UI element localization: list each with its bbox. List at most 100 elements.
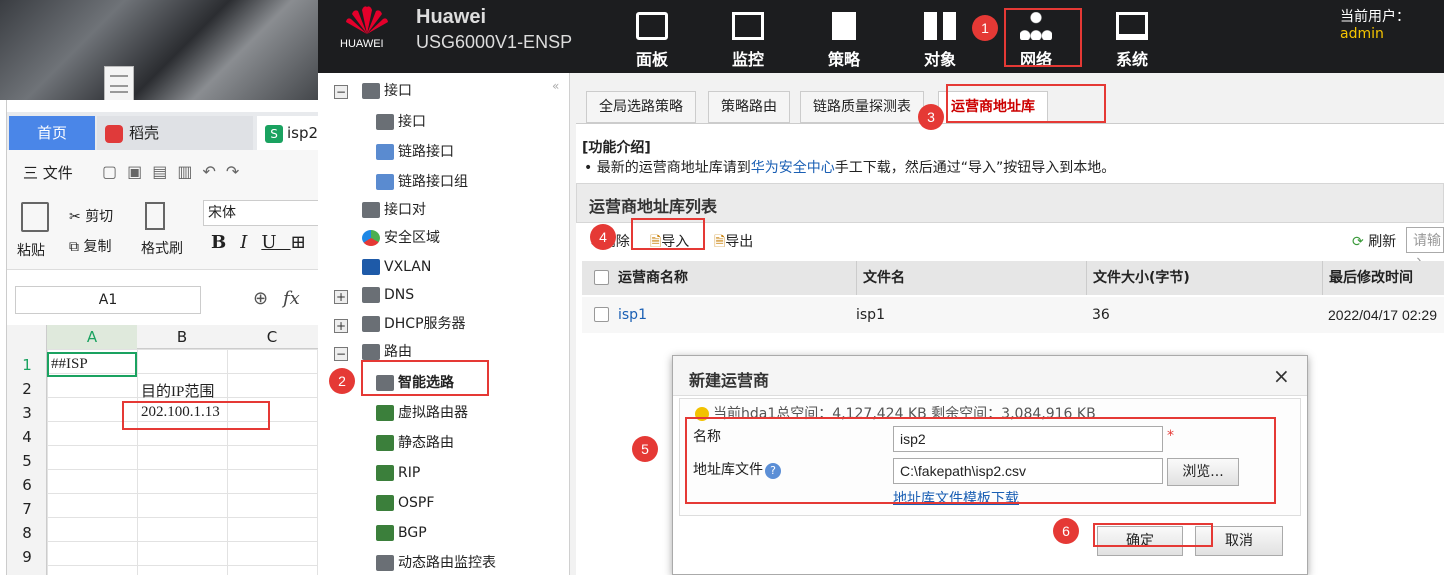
- row-header[interactable]: 7: [7, 497, 47, 521]
- format-painter-label[interactable]: 格式刷: [141, 238, 183, 258]
- huawei-security-center-link[interactable]: 华为安全中心: [751, 160, 835, 176]
- sidebar-item-smart-routing[interactable]: 智能选路: [376, 372, 454, 394]
- sidebar-item-link-interface-group[interactable]: 链路接口组: [376, 171, 468, 193]
- cell-b3[interactable]: 202.100.1.13: [141, 404, 220, 421]
- font-style-buttons[interactable]: BIU⊞: [211, 232, 320, 253]
- collapse-sidebar-icon[interactable]: «: [552, 79, 559, 93]
- sidebar-item-ospf[interactable]: OSPF: [376, 492, 434, 514]
- close-icon[interactable]: ×: [1273, 364, 1290, 388]
- sidebar-item-label: 路由: [384, 344, 412, 360]
- help-icon[interactable]: ?: [765, 463, 781, 479]
- brand-text: HUAWEI: [340, 38, 384, 50]
- current-user: 当前用户：admin: [1340, 6, 1444, 42]
- column-header-c[interactable]: C: [227, 325, 317, 349]
- route-monitor-icon: [376, 555, 394, 571]
- zoom-icon[interactable]: ⊕: [253, 288, 268, 309]
- sidebar-item-rip[interactable]: RIP: [376, 462, 420, 484]
- row-header[interactable]: 2: [7, 377, 47, 401]
- column-modified-time[interactable]: 最后修改时间: [1322, 261, 1413, 295]
- sidebar-item-routing[interactable]: 路由: [362, 341, 412, 363]
- nav-dashboard[interactable]: 面板: [617, 8, 687, 69]
- sidebar-item-dynamic-route-monitor[interactable]: 动态路由监控表: [376, 552, 496, 574]
- expand-toggle-icon[interactable]: +: [334, 290, 348, 304]
- row-header[interactable]: 1: [7, 353, 47, 377]
- font-name-select[interactable]: 宋体: [203, 200, 319, 226]
- tab-home[interactable]: 首页: [9, 116, 95, 150]
- file-menu[interactable]: 三 文件: [23, 162, 73, 183]
- intro-text: • 最新的运营商地址库请到华为安全中心手工下载，然后通过“导入”按钮导入到本地。: [584, 160, 1116, 176]
- name-box[interactable]: A1: [15, 286, 201, 314]
- column-file-name[interactable]: 文件名: [856, 261, 905, 295]
- import-button[interactable]: 🗎导入: [650, 231, 689, 255]
- sidebar-item-link-interface[interactable]: 链路接口: [376, 141, 454, 163]
- smart-routing-icon: [376, 375, 394, 391]
- select-all-checkbox[interactable]: [594, 270, 609, 285]
- copy-button[interactable]: ⧉ 复制: [69, 236, 111, 256]
- collapse-toggle-icon[interactable]: −: [334, 347, 348, 361]
- current-user-name[interactable]: admin: [1340, 26, 1384, 42]
- tab-isp2[interactable]: Sisp2: [257, 116, 319, 150]
- ok-button[interactable]: 确定: [1097, 526, 1183, 556]
- tab-isp-address-lib[interactable]: 运营商地址库: [938, 91, 1048, 123]
- column-file-size[interactable]: 文件大小(字节): [1086, 261, 1190, 295]
- browse-button[interactable]: 浏览...: [1167, 458, 1239, 486]
- refresh-button[interactable]: ⟳ 刷新: [1352, 231, 1396, 251]
- search-input[interactable]: 请输入: [1406, 227, 1444, 272]
- nav-policy[interactable]: 策略: [809, 8, 879, 69]
- isp-name-link[interactable]: isp1: [618, 297, 647, 333]
- cut-button[interactable]: ✂ 剪切: [69, 206, 113, 226]
- sidebar-item-security-zone[interactable]: 安全区域: [362, 227, 440, 249]
- nav-system[interactable]: 系统: [1097, 8, 1167, 69]
- new-isp-dialog: 新建运营商 × 当前hda1总空间：4,127,424 KB 剩余空间：3,08…: [672, 355, 1308, 575]
- sidebar-item-bgp[interactable]: BGP: [376, 522, 427, 544]
- address-file-input[interactable]: C:\fakepath\isp2.csv: [893, 458, 1163, 484]
- paste-label[interactable]: 粘贴: [17, 240, 45, 260]
- tab-policy-route[interactable]: 策略路由: [708, 91, 790, 123]
- column-isp-name[interactable]: 运营商名称: [618, 261, 688, 295]
- cell-a1[interactable]: ##ISP: [51, 356, 88, 373]
- storage-info-text: 当前hda1总空间：4,127,424 KB 剩余空间：3,084,916 KB: [713, 406, 1096, 422]
- export-button[interactable]: 🗎导出: [714, 231, 753, 255]
- row-header[interactable]: 5: [7, 449, 47, 473]
- sidebar-item-dns[interactable]: DNS: [362, 284, 414, 306]
- product-model: USG6000V1-ENSP: [416, 32, 573, 52]
- row-header[interactable]: 3: [7, 401, 47, 425]
- expand-toggle-icon[interactable]: +: [334, 319, 348, 333]
- cancel-button[interactable]: 取消: [1195, 526, 1283, 556]
- tab-docer[interactable]: 稻壳: [97, 116, 253, 150]
- sidebar-item-label: BGP: [398, 525, 427, 541]
- format-painter-icon[interactable]: [145, 202, 165, 230]
- warning-icon: [695, 407, 709, 421]
- isp-name-input[interactable]: isp2: [893, 426, 1163, 452]
- sidebar-item-vxlan[interactable]: VXLAN: [362, 256, 431, 278]
- refresh-label: 刷新: [1368, 234, 1397, 250]
- nav-monitor[interactable]: 监控: [713, 8, 783, 69]
- collapse-toggle-icon[interactable]: −: [334, 85, 348, 99]
- document-icon[interactable]: [104, 66, 134, 102]
- sidebar-item-dhcp-server[interactable]: DHCP服务器: [362, 313, 466, 335]
- quick-access-icons[interactable]: ▢▣▤▥↶↷: [102, 162, 292, 182]
- tab-global-route-policy[interactable]: 全局选路策略: [586, 91, 696, 123]
- template-download-link[interactable]: 地址库文件模板下载: [893, 488, 1019, 508]
- row-header[interactable]: 8: [7, 521, 47, 545]
- fx-label[interactable]: fx: [283, 288, 300, 309]
- tab-link-quality[interactable]: 链路质量探测表: [800, 91, 924, 123]
- sidebar-item-virtual-router[interactable]: 虚拟路由器: [376, 402, 468, 424]
- nav-network[interactable]: 网络: [1001, 8, 1071, 69]
- sidebar-item-interface[interactable]: 接口: [376, 111, 426, 133]
- row-header[interactable]: 6: [7, 473, 47, 497]
- required-marker: *: [1167, 428, 1174, 444]
- table-row[interactable]: isp1 isp1 36 2022/04/17 02:29: [582, 297, 1444, 333]
- paste-icon[interactable]: [21, 202, 49, 232]
- nav-object-label: 对象: [923, 50, 956, 69]
- column-header-a[interactable]: A: [47, 325, 137, 349]
- column-header-b[interactable]: B: [137, 325, 227, 349]
- cell-b2[interactable]: 目的IP范围: [141, 380, 214, 401]
- row-header[interactable]: 9: [7, 545, 47, 569]
- sidebar-item-interface-group[interactable]: 接口: [362, 80, 412, 102]
- row-header[interactable]: 4: [7, 425, 47, 449]
- sidebar-item-static-route[interactable]: 静态路由: [376, 432, 454, 454]
- sidebar-item-interface-pair[interactable]: 接口对: [362, 199, 426, 221]
- row-checkbox[interactable]: [594, 307, 609, 322]
- nav-object[interactable]: 对象: [905, 8, 975, 69]
